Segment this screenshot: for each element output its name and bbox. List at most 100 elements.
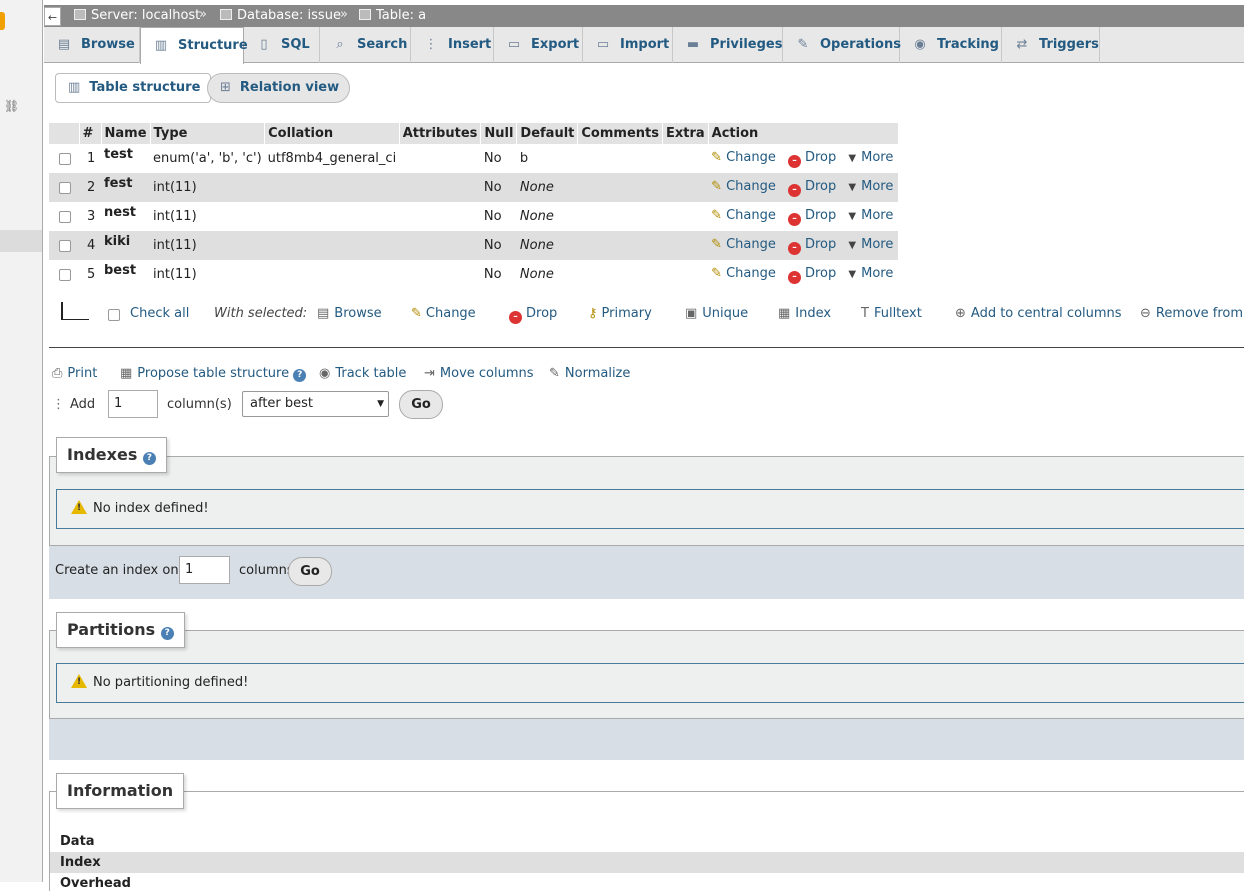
columns-label: column(s) <box>167 397 232 412</box>
drop-link[interactable]: – Drop <box>787 150 836 168</box>
help-icon[interactable]: ? <box>142 452 156 465</box>
tab-import[interactable]: ▭ Import <box>583 27 673 63</box>
table-row: 4 kiki int(11) No None ✎ Change – Drop ▼ Mo… <box>49 231 899 260</box>
move-columns-icon: ⇥ <box>424 366 435 381</box>
column-default: None <box>516 260 578 289</box>
create-index-label: Create an index on <box>55 563 179 578</box>
add-columns-count-input[interactable]: 1 <box>108 390 158 418</box>
information-legend: Information <box>56 773 185 809</box>
eye-icon: ◉ <box>914 37 926 52</box>
row-checkbox[interactable] <box>59 210 71 223</box>
row-checkbox[interactable] <box>59 152 71 165</box>
bulk-change-button[interactable]: ✎ Change <box>411 306 476 321</box>
column-collation <box>264 202 400 231</box>
tab-operations[interactable]: ✎ Operations <box>783 27 901 63</box>
normalize-link[interactable]: ✎ Normalize <box>549 366 630 381</box>
column-comments <box>577 144 663 173</box>
breadcrumb-table[interactable]: Table: a <box>359 8 426 23</box>
check-all-label[interactable]: Check all <box>130 306 189 321</box>
more-dropdown[interactable]: ▼ More <box>848 179 893 194</box>
tab-privileges[interactable]: ▬ Privileges <box>673 27 783 63</box>
add-central-columns-button[interactable]: ⊕ Add to central columns <box>955 306 1122 321</box>
header-extra: Extra <box>662 123 709 144</box>
bulk-fulltext-button[interactable]: T Fulltext <box>861 306 922 321</box>
relation-view-button[interactable]: ⊞ Relation view <box>207 73 351 103</box>
column-position-select[interactable]: after best ▼ <box>242 391 389 417</box>
bulk-unique-button[interactable]: ▣ Unique <box>685 306 748 321</box>
column-null: No <box>480 144 517 173</box>
sidebar-selected-item[interactable] <box>0 230 42 252</box>
change-link[interactable]: ✎ Change <box>711 179 776 194</box>
row-checkbox[interactable] <box>59 181 71 194</box>
table-structure-button[interactable]: ▥ Table structure <box>55 73 212 103</box>
more-dropdown[interactable]: ▼ More <box>848 237 893 252</box>
change-link[interactable]: ✎ Change <box>711 208 776 223</box>
move-columns-link[interactable]: ⇥ Move columns <box>424 366 534 381</box>
row-num: 3 <box>79 202 101 231</box>
bulk-browse-button[interactable]: ▤ Browse <box>317 306 382 321</box>
wrench-icon: ✎ <box>797 37 809 52</box>
bulk-drop-button[interactable]: – Drop <box>509 306 557 324</box>
change-link[interactable]: ✎ Change <box>711 266 776 281</box>
column-type: int(11) <box>150 231 265 260</box>
column-collation: utf8mb4_general_ci <box>264 144 400 173</box>
more-dropdown[interactable]: ▼ More <box>848 208 893 223</box>
column-default: None <box>516 231 578 260</box>
change-link[interactable]: ✎ Change <box>711 237 776 252</box>
track-table-link[interactable]: ◉ Track table <box>319 366 406 381</box>
propose-structure-link[interactable]: ▦ Propose table structure ? <box>120 366 307 382</box>
drop-link[interactable]: – Drop <box>787 179 836 197</box>
tab-tracking[interactable]: ◉ Tracking <box>900 27 1002 63</box>
header-collation: Collation <box>264 123 400 144</box>
column-null: No <box>480 231 517 260</box>
column-attributes <box>399 144 481 173</box>
link-icon[interactable]: ⛓ <box>4 99 19 113</box>
help-icon[interactable]: ? <box>293 369 307 382</box>
drop-link[interactable]: – Drop <box>787 266 836 284</box>
relation-icon: ⊞ <box>220 80 231 95</box>
triggers-icon: ⇄ <box>1016 37 1028 52</box>
row-checkbox[interactable] <box>59 239 71 252</box>
index-columns-input[interactable]: 1 <box>179 556 230 584</box>
tab-structure[interactable]: ▥ Structure <box>140 27 248 64</box>
create-index-go-button[interactable]: Go <box>288 557 332 586</box>
table-row: 2 fest int(11) No None ✎ Change – Drop ▼ Mo… <box>49 173 899 202</box>
tab-export[interactable]: ▭ Export <box>494 27 583 63</box>
change-link[interactable]: ✎ Change <box>711 150 776 165</box>
table-row: 3 nest int(11) No None ✎ Change – Drop ▼ Mo… <box>49 202 899 231</box>
tab-insert[interactable]: ⋮ Insert <box>411 27 494 63</box>
print-link[interactable]: ⎙ Print <box>52 366 97 381</box>
tab-browse[interactable]: ▤ Browse <box>44 27 140 63</box>
divider <box>49 347 1244 348</box>
collapse-nav-button[interactable]: ← <box>44 7 61 26</box>
more-dropdown[interactable]: ▼ More <box>848 266 893 281</box>
with-selected-bar: Check all With selected: ▤ Browse ✎ Change… <box>49 300 1244 330</box>
drop-link[interactable]: – Drop <box>787 208 836 226</box>
triangle-down-icon: ▼ <box>848 268 857 280</box>
column-null: No <box>480 173 517 202</box>
tab-triggers[interactable]: ⇄ Triggers <box>1002 27 1100 63</box>
help-icon[interactable]: ? <box>160 627 174 640</box>
drop-icon: – <box>509 311 522 324</box>
info-row-data: Data <box>50 831 1244 852</box>
bulk-primary-button[interactable]: ⚷ Primary <box>588 306 652 321</box>
tab-sql[interactable]: ▯ SQL <box>244 27 320 63</box>
server-icon <box>74 9 86 20</box>
tab-search[interactable]: ⌕ Search <box>320 27 411 63</box>
check-all-checkbox[interactable] <box>108 307 120 322</box>
bulk-index-button[interactable]: ▦ Index <box>778 306 831 321</box>
more-dropdown[interactable]: ▼ More <box>848 150 893 165</box>
add-columns-go-button[interactable]: Go <box>399 390 443 419</box>
column-name: best <box>104 263 137 278</box>
structure-icon: ▥ <box>68 80 81 95</box>
row-checkbox[interactable] <box>59 268 71 281</box>
breadcrumb-database[interactable]: Database: issue <box>220 8 341 23</box>
row-num: 4 <box>79 231 101 260</box>
browse-icon: ▤ <box>317 306 330 321</box>
remove-central-columns-button[interactable]: ⊖Remove from c <box>1140 306 1244 321</box>
pencil-icon: ✎ <box>711 207 723 223</box>
lock-icon <box>0 12 5 30</box>
breadcrumb-server[interactable]: Server: localhost <box>74 8 200 23</box>
drop-link[interactable]: – Drop <box>787 237 836 255</box>
create-index-bar: Create an index on 1 columns Go <box>49 545 1244 599</box>
